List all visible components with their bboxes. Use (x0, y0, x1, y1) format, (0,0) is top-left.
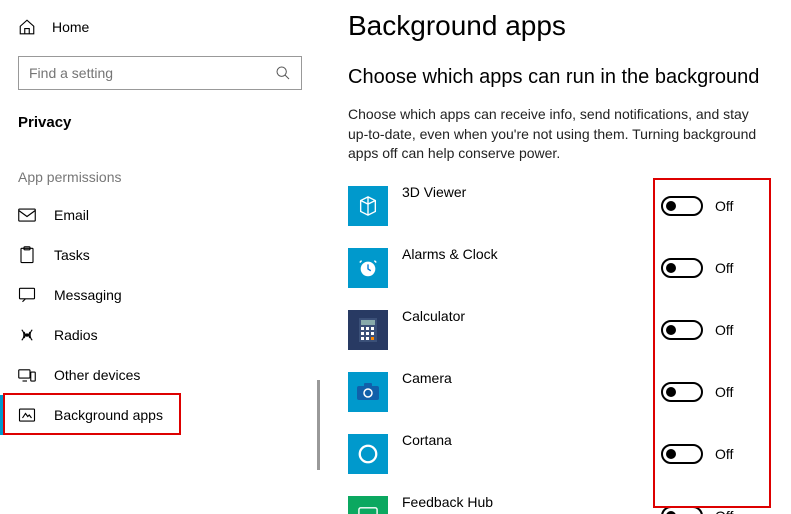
tasks-icon (18, 246, 36, 264)
sidebar-item-messaging[interactable]: Messaging (0, 275, 320, 315)
section-label: App permissions (0, 139, 320, 195)
sidebar-item-label: Email (54, 207, 89, 223)
email-icon (18, 206, 36, 224)
app-icon-camera (348, 372, 388, 412)
toggle-3d-viewer[interactable] (661, 196, 703, 216)
page-description: Choose which apps can receive info, send… (348, 105, 761, 164)
sidebar-item-other-devices[interactable]: Other devices (0, 355, 320, 395)
app-name: Alarms & Clock (402, 246, 661, 262)
app-row-feedback: Feedback Hub Off (348, 496, 761, 514)
app-icon-alarms (348, 248, 388, 288)
sidebar-item-label: Other devices (54, 367, 140, 383)
nav-home-label: Home (52, 19, 89, 35)
toggle-feedback[interactable] (661, 506, 703, 514)
nav-home[interactable]: Home (0, 10, 320, 44)
sidebar-item-tasks[interactable]: Tasks (0, 235, 320, 275)
app-name: Calculator (402, 308, 661, 324)
messaging-icon (18, 286, 36, 304)
category-title: Privacy (0, 102, 320, 139)
radios-icon (18, 326, 36, 344)
app-name: 3D Viewer (402, 184, 661, 200)
search-input[interactable] (29, 65, 275, 81)
sidebar-item-email[interactable]: Email (0, 195, 320, 235)
search-icon (275, 65, 291, 81)
toggle-state: Off (715, 260, 733, 276)
toggle-state: Off (715, 508, 733, 514)
app-icon-calculator (348, 310, 388, 350)
background-apps-icon (18, 406, 36, 424)
app-name: Cortana (402, 432, 661, 448)
sidebar-item-label: Tasks (54, 247, 90, 263)
home-icon (18, 18, 36, 36)
app-row-3d-viewer: 3D Viewer Off (348, 186, 761, 226)
app-name: Feedback Hub (402, 494, 661, 510)
toggle-cortana[interactable] (661, 444, 703, 464)
page-title: Background apps (348, 10, 761, 42)
app-icon-cortana (348, 434, 388, 474)
sidebar-item-radios[interactable]: Radios (0, 315, 320, 355)
main-content: Background apps Choose which apps can ru… (320, 0, 791, 514)
app-list: 3D Viewer Off Alarms & Clock Off Calcula… (348, 186, 761, 514)
app-icon-feedback (348, 496, 388, 514)
toggle-camera[interactable] (661, 382, 703, 402)
sidebar-item-label: Radios (54, 327, 98, 343)
toggle-state: Off (715, 384, 733, 400)
toggle-state: Off (715, 446, 733, 462)
devices-icon (18, 366, 36, 384)
toggle-state: Off (715, 198, 733, 214)
page-subheading: Choose which apps can run in the backgro… (348, 66, 761, 89)
toggle-alarms[interactable] (661, 258, 703, 278)
app-row-camera: Camera Off (348, 372, 761, 412)
app-icon-3d-viewer (348, 186, 388, 226)
app-row-calculator: Calculator Off (348, 310, 761, 350)
app-name: Camera (402, 370, 661, 386)
sidebar: Home Privacy App permissions Email Tasks… (0, 0, 320, 514)
search-box[interactable] (18, 56, 302, 90)
toggle-state: Off (715, 322, 733, 338)
app-row-alarms: Alarms & Clock Off (348, 248, 761, 288)
app-row-cortana: Cortana Off (348, 434, 761, 474)
toggle-calculator[interactable] (661, 320, 703, 340)
sidebar-item-label: Messaging (54, 287, 122, 303)
sidebar-item-label: Background apps (54, 407, 163, 423)
sidebar-item-background-apps[interactable]: Background apps (0, 395, 320, 435)
